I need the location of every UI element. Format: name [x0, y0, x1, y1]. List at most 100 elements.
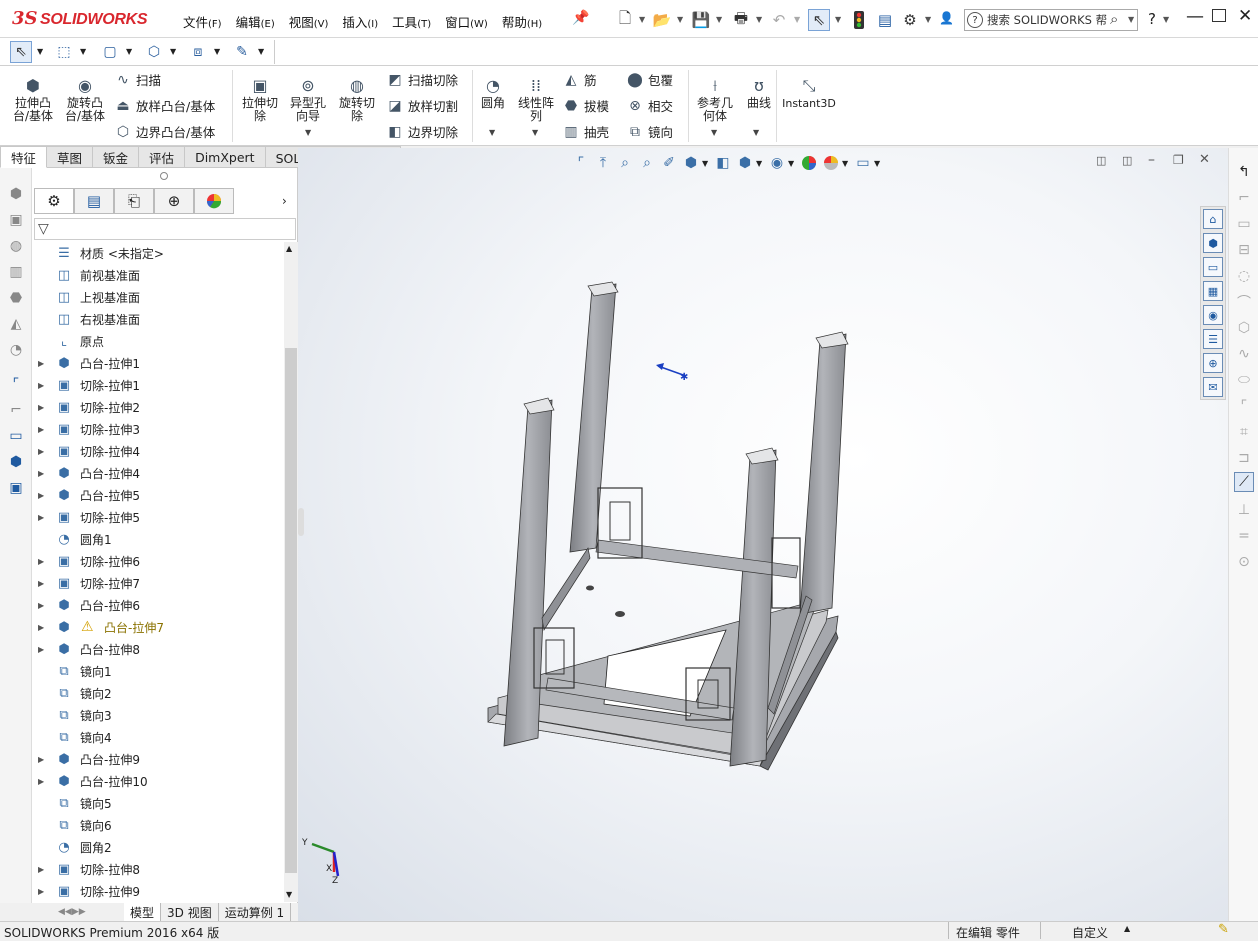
login-icon[interactable]: 👤 [939, 11, 954, 25]
smart-dimension-icon[interactable]: ⟋ [1234, 472, 1254, 492]
traffic-light-icon[interactable] [848, 9, 870, 31]
extrude-shortcut-icon[interactable]: ⬢ [6, 184, 26, 204]
tab-0[interactable]: 特征 [0, 146, 48, 168]
solidworks-resources-icon[interactable]: ⊕ [1203, 353, 1223, 373]
sweep-cut-button[interactable]: ◩ 扫描切除 [386, 70, 458, 89]
expand-arrow-icon[interactable]: ▶ [38, 777, 44, 786]
tab-4[interactable]: DimXpert [185, 146, 266, 168]
appearances-icon[interactable]: ◉ [1203, 305, 1223, 325]
expand-arrow-icon[interactable]: ▶ [38, 513, 44, 522]
expand-arrow-icon[interactable]: ▶ [38, 359, 44, 368]
tree-node[interactable]: ▶ ▣ 切除-拉伸1 [32, 374, 284, 396]
extrude-cut-button[interactable]: ▣ 拉伸切 除 [238, 74, 282, 123]
shell-button[interactable]: ▥ 抽壳 [562, 122, 609, 141]
tree-node[interactable]: ▶ ▣ 切除-拉伸3 [32, 418, 284, 440]
trim-tool-icon[interactable]: ⌗ [1234, 422, 1254, 442]
sketch-shortcut-icon[interactable]: ⌜ [6, 374, 26, 394]
tree-node[interactable]: ▶ ▣ 切除-拉伸4 [32, 440, 284, 462]
maximize-icon[interactable] [1212, 9, 1226, 22]
tree-node[interactable]: ⧉ 镜向2 [32, 682, 284, 704]
revolve-shortcut-icon[interactable]: ◍ [6, 236, 26, 256]
bottom-tab-2[interactable]: 运动算例 1 [219, 903, 292, 921]
sketch-toggle-icon[interactable]: ↰ [1234, 162, 1254, 182]
tree-node[interactable]: ▶ ▣ 切除-拉伸6 [32, 550, 284, 572]
tree-node[interactable]: ▶ ▣ 切除-拉伸7 [32, 572, 284, 594]
expand-arrow-icon[interactable]: ▶ [38, 579, 44, 588]
display-manager-tab-icon[interactable] [194, 188, 234, 214]
undo-icon[interactable]: ↶ [768, 9, 790, 31]
search-dropdown-caret[interactable]: ▼ [1128, 15, 1134, 24]
pin-icon[interactable]: 📌 [572, 10, 589, 26]
rib-button[interactable]: ◭ 筋 [562, 70, 597, 89]
curves-button[interactable]: ʊ 曲线 [742, 74, 776, 110]
print-icon[interactable]: 🖶 [730, 9, 752, 31]
quick-snaps-icon[interactable]: ⊙ [1234, 552, 1254, 572]
select-dropdown-caret[interactable]: ▼ [835, 15, 841, 24]
expand-arrow-icon[interactable]: ▶ [38, 425, 44, 434]
box-select-icon[interactable]: ⬚ [52, 41, 76, 63]
linear-pattern-button[interactable]: ⁞⁞ 线性阵 列 [514, 74, 558, 123]
intersect-button[interactable]: ⊗ 相交 [626, 96, 673, 115]
expand-arrow-icon[interactable]: ▶ [38, 645, 44, 654]
design-library-icon[interactable]: ⬢ [1203, 233, 1223, 253]
cut-extrude-shortcut-icon[interactable]: ▣ [6, 478, 26, 498]
tree-node[interactable]: ▶ ⬢ 凸台-拉伸8 [32, 638, 284, 660]
print-dropdown-caret[interactable]: ▼ [756, 15, 762, 24]
tree-node[interactable]: ▶ ⬢ 凸台-拉伸6 [32, 594, 284, 616]
boss-shortcut-icon[interactable]: ⬢ [6, 452, 26, 472]
revolve-boss-button[interactable]: ◉ 旋转凸 台/基体 [62, 74, 108, 123]
tree-node[interactable]: ▶ ▣ 切除-拉伸9 [32, 880, 284, 902]
tree-node[interactable]: ☰ 材质 <未指定> [32, 242, 284, 264]
expand-arrow-icon[interactable]: ▶ [38, 469, 44, 478]
forum-icon[interactable]: ✉ [1203, 377, 1223, 397]
box-select-caret[interactable]: ▼ [80, 47, 86, 56]
tree-node[interactable]: ▶ ▣ 切除-拉伸8 [32, 858, 284, 880]
draft-shortcut-icon[interactable]: ⬣ [6, 288, 26, 308]
polygon-tool-icon[interactable]: ⬡ [1234, 318, 1254, 338]
curves-caret[interactable]: ▼ [753, 128, 759, 137]
tree-node[interactable]: ▶ ⬢ ⚠ 凸台-拉伸7 [32, 616, 284, 638]
minimize-icon[interactable]: — [1186, 6, 1204, 27]
circle-tool-icon[interactable]: ◌ [1234, 266, 1254, 286]
undo-dropdown-caret[interactable]: ▼ [794, 15, 800, 24]
open-folder-icon[interactable]: 📂 [651, 9, 673, 31]
menu-item-0[interactable]: 文件(F) [176, 12, 229, 30]
tree-filter-box[interactable]: ▽ [34, 218, 296, 240]
tabs-more-chevron-icon[interactable]: › [282, 194, 287, 208]
fillet-shortcut-icon[interactable]: ◔ [6, 340, 26, 360]
select-caret[interactable]: ▼ [37, 47, 43, 56]
close-window-icon[interactable]: ✕ [1238, 6, 1252, 26]
filter-caret[interactable]: ▼ [170, 47, 176, 56]
tab-3[interactable]: 评估 [139, 146, 186, 168]
scroll-down-icon[interactable]: ▼ [286, 890, 292, 899]
loft-cut-button[interactable]: ◪ 放样切割 [386, 96, 458, 115]
expand-arrow-icon[interactable]: ▶ [38, 755, 44, 764]
scroll-up-icon[interactable]: ▲ [286, 244, 292, 253]
loft-shortcut-icon[interactable]: ◭ [6, 314, 26, 334]
display-shortcut-icon[interactable]: ▭ [6, 426, 26, 446]
relations-icon[interactable]: ⊥ [1234, 500, 1254, 520]
expand-arrow-icon[interactable]: ▶ [38, 623, 44, 632]
menu-item-4[interactable]: 工具(T) [385, 12, 438, 30]
units-caret[interactable]: ▲ [1124, 924, 1130, 933]
bottom-tab-0[interactable]: 模型 [124, 903, 162, 921]
reference-geometry-button[interactable]: ⟊ 参考几 何体 [694, 74, 736, 123]
extrude-boss-button[interactable]: ⬢ 拉伸凸 台/基体 [10, 74, 56, 123]
offset-tool-icon[interactable]: ⊐ [1234, 448, 1254, 468]
bottom-tab-1[interactable]: 3D 视图 [161, 903, 219, 921]
tree-node[interactable]: ▶ ⬢ 凸台-拉伸10 [32, 770, 284, 792]
tab-scroll-arrows-icon[interactable]: ◀◀▶▶ [32, 903, 124, 921]
open-dropdown-caret[interactable]: ▼ [677, 15, 683, 24]
wrap-button[interactable]: ⬤ 包覆 [626, 70, 673, 89]
units-custom-button[interactable]: 自定义 [1072, 924, 1108, 941]
custom-properties-icon[interactable]: ☰ [1203, 329, 1223, 349]
tree-node[interactable]: ▶ ⬢ 凸台-拉伸5 [32, 484, 284, 506]
menu-item-3[interactable]: 插入(I) [335, 12, 385, 30]
expand-arrow-icon[interactable]: ▶ [38, 491, 44, 500]
pattern-caret[interactable]: ▼ [532, 128, 538, 137]
home-icon[interactable]: ⌂ [1203, 209, 1223, 229]
spline-tool-icon[interactable]: ∿ [1234, 344, 1254, 364]
options-dropdown-caret[interactable]: ▼ [925, 15, 931, 24]
property-manager-tab-icon[interactable]: ▤ [74, 188, 114, 214]
new-dropdown-caret[interactable]: ▼ [639, 15, 645, 24]
